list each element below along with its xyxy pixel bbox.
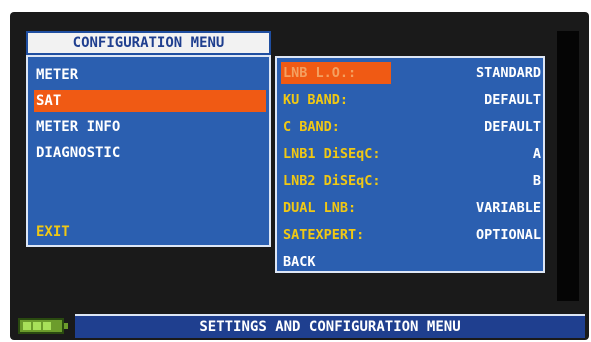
setting-row-lnb2-diseqc[interactable]: LNB2 DiSEqC: B — [281, 170, 541, 192]
sat-settings-panel: LNB L.O.: STANDARD KU BAND: DEFAULT C BA… — [275, 56, 545, 273]
battery-cell-icon — [23, 322, 31, 330]
back-button[interactable]: BACK — [281, 251, 541, 273]
back-label: BACK — [283, 254, 316, 270]
setting-label-lnb2-diseqc: LNB2 DiSEqC: — [283, 173, 381, 189]
setting-label-ku-band: KU BAND: — [283, 92, 349, 108]
battery-cell-icon — [33, 322, 41, 330]
setting-row-satexpert[interactable]: SATEXPERT: OPTIONAL — [281, 224, 541, 246]
setting-label-satexpert: SATEXPERT: — [283, 227, 365, 243]
setting-label-lnb-lo: LNB L.O.: — [281, 62, 391, 84]
setting-label-c-band: C BAND: — [283, 119, 340, 135]
setting-value-lnb1-diseqc: A — [532, 146, 541, 162]
setting-label-lnb1-diseqc: LNB1 DiSEqC: — [283, 146, 381, 162]
setting-row-lnb-lo[interactable]: LNB L.O.: STANDARD — [281, 62, 541, 84]
setting-value-ku-band: DEFAULT — [484, 92, 541, 108]
setting-value-lnb2-diseqc: B — [532, 173, 541, 189]
setting-label-dual-lnb: DUAL LNB: — [283, 200, 357, 216]
battery-cell-icon — [43, 322, 51, 330]
menu-item-exit[interactable]: EXIT — [34, 221, 266, 243]
setting-value-c-band: DEFAULT — [484, 119, 541, 135]
configuration-menu-panel: METER SAT METER INFO DIAGNOSTIC EXIT — [26, 55, 271, 247]
status-bar: SETTINGS AND CONFIGURATION MENU — [75, 314, 585, 338]
menu-item-sat[interactable]: SAT — [34, 90, 266, 112]
menu-title: CONFIGURATION MENU — [26, 31, 271, 55]
scrollbar[interactable] — [557, 31, 579, 301]
setting-row-ku-band[interactable]: KU BAND: DEFAULT — [281, 89, 541, 111]
setting-value-satexpert: OPTIONAL — [475, 227, 541, 243]
menu-item-meter-info[interactable]: METER INFO — [34, 116, 266, 138]
setting-value-dual-lnb: VARIABLE — [475, 200, 541, 216]
setting-value-lnb-lo: STANDARD — [475, 65, 541, 81]
battery-icon — [18, 318, 68, 334]
setting-row-dual-lnb[interactable]: DUAL LNB: VARIABLE — [281, 197, 541, 219]
setting-row-lnb1-diseqc[interactable]: LNB1 DiSEqC: A — [281, 143, 541, 165]
menu-item-meter[interactable]: METER — [34, 64, 266, 86]
setting-row-c-band[interactable]: C BAND: DEFAULT — [281, 116, 541, 138]
menu-item-diagnostic[interactable]: DIAGNOSTIC — [34, 142, 266, 164]
